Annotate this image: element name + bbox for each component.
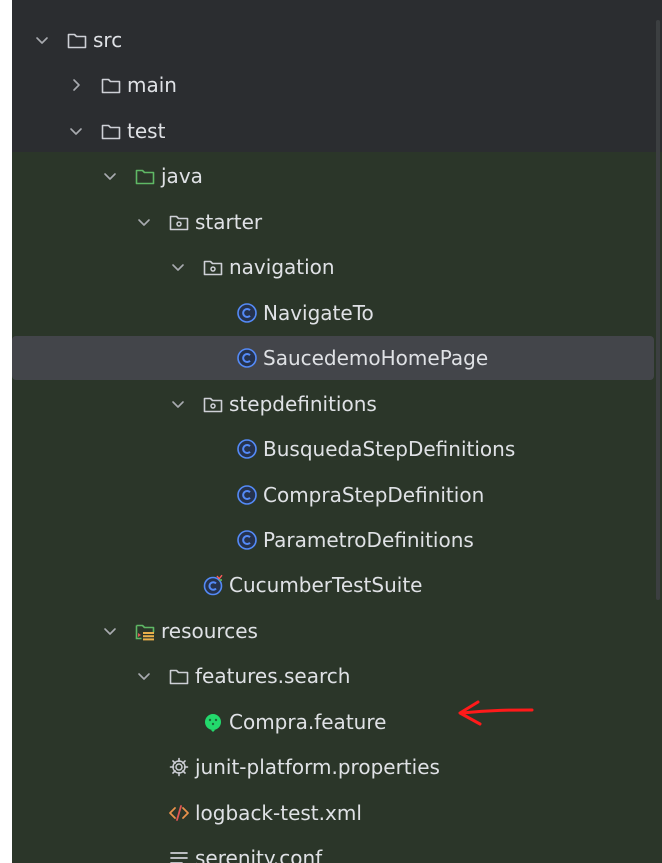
package-icon <box>202 256 224 278</box>
tree-item-serenity-conf[interactable]: serenity.conf <box>12 836 654 863</box>
tree-item-resources[interactable]: resources <box>12 609 654 653</box>
tree-item-label: junit-platform.properties <box>195 755 440 780</box>
chevron-down-icon[interactable] <box>100 166 120 186</box>
tree-item-label: navigation <box>229 255 335 280</box>
folder-icon <box>66 29 88 51</box>
tree-item-label: main <box>127 73 177 98</box>
gear-icon <box>168 756 190 778</box>
tree-item-cucumbertestsuite[interactable]: CucumberTestSuite <box>12 563 654 607</box>
tree-item-label: CompraStepDefinition <box>263 482 485 507</box>
tree-item-java[interactable]: java <box>12 154 654 198</box>
tree-item-navigateto[interactable]: NavigateTo <box>12 291 654 335</box>
tree-item-label: Compra.feature <box>229 709 387 734</box>
tree-item-label: resources <box>161 618 258 643</box>
tree-item-busquedastepdefinitions[interactable]: BusquedaStepDefinitions <box>12 427 654 471</box>
text-lines-icon <box>168 847 190 863</box>
test-source-folder-icon <box>134 165 156 187</box>
tree-item-features-search[interactable]: features.search <box>12 654 654 698</box>
tree-item-navigation[interactable]: navigation <box>12 245 654 289</box>
java-class-icon <box>236 529 258 551</box>
tree-item-compra-feature[interactable]: Compra.feature <box>12 700 654 744</box>
junit-test-class-icon <box>202 574 224 596</box>
chevron-down-icon[interactable] <box>100 621 120 641</box>
package-icon <box>202 393 224 415</box>
chevron-right-icon[interactable] <box>66 75 86 95</box>
chevron-down-icon[interactable] <box>168 257 188 277</box>
tree-item-label: BusquedaStepDefinitions <box>263 437 516 462</box>
project-tree: src main test java starter navigation Navigate… <box>12 0 662 863</box>
java-class-icon <box>236 347 258 369</box>
cucumber-icon <box>202 711 224 733</box>
vertical-scrollbar[interactable] <box>656 20 660 600</box>
red-arrow-annotation <box>458 700 534 726</box>
test-resources-folder-icon <box>134 620 156 642</box>
tree-item-parametrodefinitions[interactable]: ParametroDefinitions <box>12 518 654 562</box>
tree-item-junit-platform-properties[interactable]: junit-platform.properties <box>12 745 654 789</box>
tree-item-label: ParametroDefinitions <box>263 527 474 552</box>
chevron-down-icon[interactable] <box>66 121 86 141</box>
package-icon <box>168 211 190 233</box>
java-class-icon <box>236 438 258 460</box>
tree-item-label: src <box>93 28 123 52</box>
tree-item-starter[interactable]: starter <box>12 200 654 244</box>
tree-item-label: features.search <box>195 664 351 689</box>
tree-item-label: CucumberTestSuite <box>229 573 423 598</box>
java-class-icon <box>236 302 258 324</box>
tree-item-comprastepdefinition[interactable]: CompraStepDefinition <box>12 473 654 517</box>
folder-icon <box>100 74 122 96</box>
xml-icon <box>168 802 190 824</box>
folder-icon <box>100 120 122 142</box>
chevron-down-icon[interactable] <box>134 212 154 232</box>
folder-icon <box>168 665 190 687</box>
tree-item-src[interactable]: src <box>12 18 654 62</box>
tree-item-label: NavigateTo <box>263 300 374 325</box>
chevron-down-icon[interactable] <box>168 394 188 414</box>
tree-item-label: java <box>161 164 203 189</box>
tree-item-main[interactable]: main <box>12 63 654 107</box>
tree-item-saucedemohomepage[interactable]: SaucedemoHomePage <box>12 336 654 381</box>
tree-item-label: logback-test.xml <box>195 800 362 825</box>
tree-item-label: SaucedemoHomePage <box>263 346 489 371</box>
chevron-down-icon[interactable] <box>32 30 52 50</box>
tree-item-logback-test-xml[interactable]: logback-test.xml <box>12 791 654 835</box>
tree-item-label: starter <box>195 209 263 234</box>
chevron-down-icon[interactable] <box>134 666 154 686</box>
java-class-icon <box>236 484 258 506</box>
tree-item-test[interactable]: test <box>12 109 654 153</box>
tree-item-label: serenity.conf <box>195 846 323 863</box>
tree-item-stepdefinitions[interactable]: stepdefinitions <box>12 382 654 426</box>
tree-item-label: stepdefinitions <box>229 391 377 416</box>
tree-item-label: test <box>127 118 166 143</box>
